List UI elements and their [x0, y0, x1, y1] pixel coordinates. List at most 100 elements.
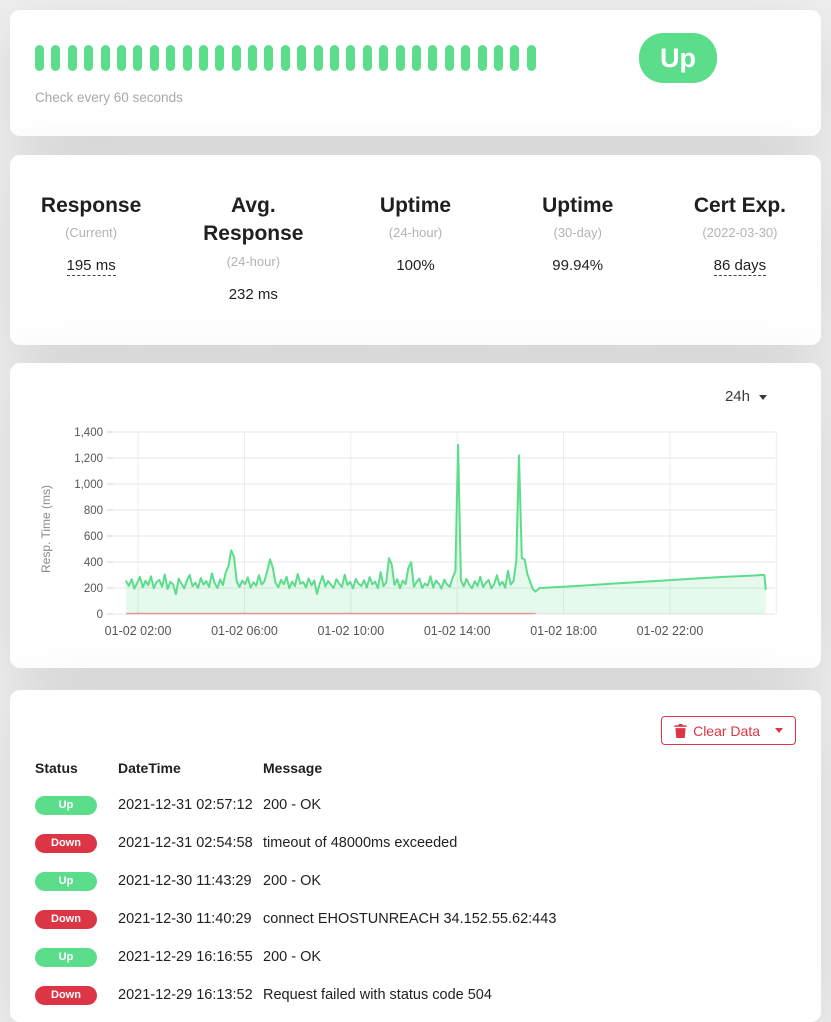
heartbeat-bar[interactable] [445, 45, 454, 71]
y-tick-label: 600 [84, 531, 103, 543]
heartbeat-bar[interactable] [51, 45, 60, 71]
heartbeat-bar[interactable] [232, 45, 241, 71]
status-badge: Down [35, 834, 97, 853]
y-tick-label: 1,400 [74, 427, 103, 439]
table-row-datetime: 2021-12-30 11:40:29 [118, 900, 263, 938]
stat-col-2: Uptime (24-hour) 100% [334, 192, 496, 345]
heartbeat-bar[interactable] [379, 45, 388, 71]
table-row-message: 200 - OK [263, 938, 796, 976]
stat-col-3: Uptime (30-day) 99.94% [497, 192, 659, 345]
stat-subtitle: (24-hour) [342, 225, 488, 240]
heartbeat-bar[interactable] [101, 45, 110, 71]
heartbeat-bar[interactable] [510, 45, 519, 71]
table-row-status: Down [35, 824, 118, 862]
table-row-datetime: 2021-12-29 16:16:55 [118, 938, 263, 976]
table-row-datetime: 2021-12-30 11:43:29 [118, 862, 263, 900]
table-row-message: timeout of 48000ms exceeded [263, 824, 796, 862]
table-row-status: Up [35, 786, 118, 824]
events-header-datetime: DateTime [118, 760, 263, 786]
heartbeat-bar[interactable] [330, 45, 339, 71]
stat-title: Uptime [505, 192, 651, 220]
events-header-message: Message [263, 760, 796, 786]
heartbeat-bar[interactable] [215, 45, 224, 71]
stat-value: 100% [342, 257, 488, 274]
response-time-chart: 02004006008001,0001,2001,40001-02 02:000… [30, 417, 811, 655]
heartbeat-bar[interactable] [35, 45, 44, 71]
y-axis-title: Resp. Time (ms) [39, 485, 53, 573]
heartbeat-bar[interactable] [478, 45, 487, 71]
stat-col-1: Avg. Response(24-hour)232 ms [172, 192, 334, 345]
y-tick-label: 0 [97, 609, 103, 621]
status-badge: Down [35, 910, 97, 929]
stat-value: 195 ms [18, 257, 164, 274]
heartbeat-bar[interactable] [297, 45, 306, 71]
stat-title: Uptime [342, 192, 488, 220]
table-row-status: Up [35, 938, 118, 976]
y-tick-label: 1,200 [74, 453, 103, 465]
heartbeat-bar[interactable] [314, 45, 323, 71]
clear-data-label: Clear Data [693, 723, 760, 739]
table-row-status: Down [35, 976, 118, 1014]
x-tick-label: 01-02 14:00 [424, 624, 491, 638]
heartbeat-bar[interactable] [461, 45, 470, 71]
chevron-down-icon [759, 395, 767, 400]
stat-col-0: Response(Current)195 ms [10, 192, 172, 345]
stat-subtitle: (30-day) [505, 225, 651, 240]
events-card: Clear Data StatusDateTimeMessageUp2021-1… [10, 690, 821, 1022]
stat-subtitle: (24-hour) [180, 254, 326, 269]
heartbeat-bar[interactable] [248, 45, 257, 71]
heartbeat-bar[interactable] [346, 45, 355, 71]
chart-period-value: 24h [725, 388, 750, 405]
heartbeat-bar[interactable] [363, 45, 372, 71]
x-tick-label: 01-02 06:00 [211, 624, 278, 638]
stat-value: 86 days [667, 257, 813, 274]
check-interval-label: Check every 60 seconds [35, 90, 796, 105]
table-row-datetime: 2021-12-31 02:54:58 [118, 824, 263, 862]
table-row-message: Request failed with status code 504 [263, 976, 796, 1014]
chart-period-dropdown[interactable]: 24h [30, 388, 821, 408]
heartbeat-bar[interactable] [84, 45, 93, 71]
heartbeat-bar[interactable] [183, 45, 192, 71]
x-tick-label: 01-02 22:00 [637, 624, 704, 638]
status-badge: Up [35, 948, 97, 967]
heartbeat-bar[interactable] [199, 45, 208, 71]
status-badge: Up [639, 33, 717, 83]
heartbeat-bar[interactable] [150, 45, 159, 71]
x-tick-label: 01-02 18:00 [530, 624, 597, 638]
heartbeat-bar[interactable] [68, 45, 77, 71]
table-row-message: 200 - OK [263, 786, 796, 824]
stat-title: Cert Exp. [667, 192, 813, 220]
table-row-datetime: 2021-12-29 16:13:52 [118, 976, 263, 1014]
heartbeat-bar[interactable] [117, 45, 126, 71]
y-tick-label: 800 [84, 505, 103, 517]
heartbeat-bar[interactable] [428, 45, 437, 71]
stat-subtitle: (2022-03-30) [667, 225, 813, 240]
stat-value: 99.94% [505, 257, 651, 274]
y-tick-label: 1,000 [74, 479, 103, 491]
table-row-message: 200 - OK [263, 862, 796, 900]
heartbeat-bar[interactable] [264, 45, 273, 71]
heartbeat-bar[interactable] [133, 45, 142, 71]
table-row-status: Up [35, 862, 118, 900]
heartbeat-bar[interactable] [396, 45, 405, 71]
status-badge: Down [35, 986, 97, 1005]
heartbeat-bar[interactable] [412, 45, 421, 71]
monitor-status-card: Check every 60 seconds Up [10, 10, 821, 136]
heartbeat-bar[interactable] [494, 45, 503, 71]
clear-data-button[interactable]: Clear Data [661, 716, 796, 745]
status-badge: Up [35, 872, 97, 891]
stat-title: Avg. Response [180, 192, 326, 249]
trash-icon [674, 724, 687, 738]
chart-card: 24h 02004006008001,0001,2001,40001-02 02… [10, 363, 821, 668]
heartbeat-bar[interactable] [281, 45, 290, 71]
status-badge: Up [35, 796, 97, 815]
stat-col-4: Cert Exp. (2022-03-30) 86 days [659, 192, 821, 345]
stats-card: Response(Current)195 msAvg. Response (24-… [10, 155, 821, 345]
table-row-datetime: 2021-12-31 02:57:12 [118, 786, 263, 824]
y-tick-label: 400 [84, 557, 103, 569]
table-row-message: connect EHOSTUNREACH 34.152.55.62:443 [263, 900, 796, 938]
x-tick-label: 01-02 10:00 [317, 624, 384, 638]
heartbeat-bar[interactable] [527, 45, 536, 71]
events-table: StatusDateTimeMessageUp2021-12-31 02:57:… [35, 760, 796, 1014]
heartbeat-bar[interactable] [166, 45, 175, 71]
